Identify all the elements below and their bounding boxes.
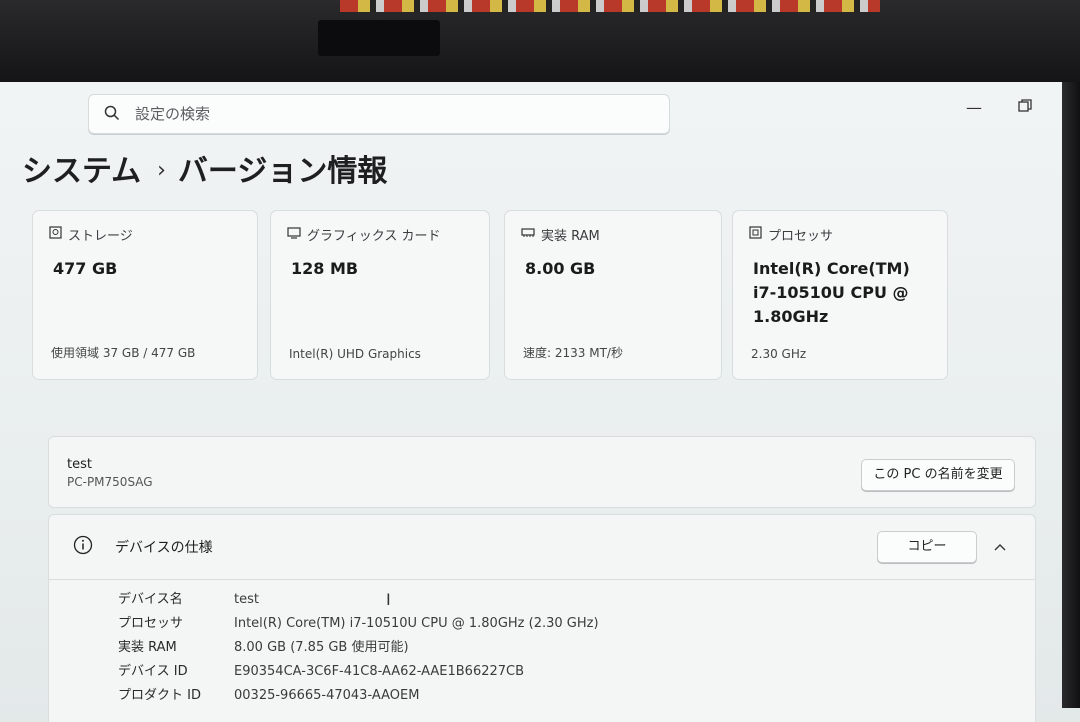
storage-icon: [49, 226, 62, 243]
spec-key: 実装 RAM: [118, 640, 177, 655]
maximize-icon[interactable]: [1018, 98, 1032, 117]
page-title: バージョン情報: [177, 154, 388, 189]
minimize-icon[interactable]: —: [966, 98, 982, 117]
spec-value: 8.00 GB (7.85 GB 使用可能): [234, 640, 409, 655]
graphics-card[interactable]: グラフィックス カード 128 MB Intel(R) UHD Graphics: [270, 210, 490, 380]
spec-row: デバイス ID E90354CA-3C6F-41C8-AA62-AAE1B6622…: [118, 660, 524, 679]
search-box[interactable]: 設定の検索: [88, 94, 670, 134]
processor-title: プロセッサ: [768, 229, 834, 244]
spec-value: 00325-96665-47043-AAOEM: [234, 688, 420, 703]
webcam: [318, 20, 440, 56]
processor-value-line: 1.80GHz: [753, 307, 829, 326]
device-model: PC-PM750SAG: [67, 475, 153, 489]
chevron-up-icon[interactable]: [993, 537, 1007, 556]
spec-value: E90354CA-3C6F-41C8-AA62-AAE1B66227CB: [234, 664, 525, 679]
graphics-value: 128 MB: [291, 259, 359, 278]
spec-row: プロダクト ID 00325-96665-47043-AAOEM: [118, 684, 419, 703]
graphics-title: グラフィックス カード: [307, 229, 441, 244]
info-icon: [73, 535, 93, 559]
graphics-card-icon: [287, 226, 301, 243]
device-specs-header[interactable]: デバイスの仕様 コピー: [49, 515, 1035, 580]
monitor-bezel-top: [0, 0, 1080, 84]
storage-value: 477 GB: [53, 259, 118, 278]
spec-value: test: [234, 592, 259, 607]
background-poster: [340, 0, 880, 12]
breadcrumb-parent[interactable]: システム: [22, 154, 141, 189]
search-icon: [103, 104, 121, 126]
processor-card[interactable]: プロセッサ Intel(R) Core(TM) i7-10510U CPU @ …: [732, 210, 948, 380]
processor-value-line: Intel(R) Core(TM): [753, 259, 910, 278]
breadcrumb: システム › バージョン情報: [22, 146, 387, 190]
spec-key: デバイス ID: [118, 664, 188, 679]
spec-key: プロダクト ID: [118, 688, 201, 703]
text-cursor-icon: I: [386, 590, 391, 609]
device-name-panel: test PC-PM750SAG この PC の名前を変更: [48, 436, 1036, 508]
spec-row: デバイス名 test: [118, 588, 259, 607]
ram-card[interactable]: 実装 RAM 8.00 GB 速度: 2133 MT/秒: [504, 210, 722, 380]
spec-key: プロセッサ: [118, 616, 184, 631]
processor-value-line: i7-10510U CPU @: [753, 283, 909, 302]
device-specs-title: デバイスの仕様: [115, 540, 213, 556]
rename-pc-button[interactable]: この PC の名前を変更: [861, 459, 1015, 491]
storage-card[interactable]: ストレージ 477 GB 使用領域 37 GB / 477 GB: [32, 210, 258, 380]
ram-title: 実装 RAM: [541, 229, 600, 244]
settings-window: 設定の検索 — ✕ システム›バージョン情報 ストレージ 477 GB 使用領域…: [0, 82, 1080, 722]
spec-value: Intel(R) Core(TM) i7-10510U CPU @ 1.80GH…: [234, 616, 599, 631]
chevron-right-icon: ›: [157, 158, 166, 183]
device-name: test: [67, 457, 92, 472]
spec-key: デバイス名: [118, 592, 183, 607]
storage-title: ストレージ: [68, 229, 133, 244]
spec-row: 実装 RAM 8.00 GB (7.85 GB 使用可能): [118, 636, 409, 655]
processor-detail: 2.30 GHz: [751, 347, 807, 361]
processor-icon: [749, 226, 762, 243]
copy-button[interactable]: コピー: [877, 531, 977, 563]
search-placeholder: 設定の検索: [135, 105, 211, 123]
graphics-detail: Intel(R) UHD Graphics: [289, 347, 421, 361]
ram-detail: 速度: 2133 MT/秒: [523, 346, 623, 360]
processor-value: Intel(R) Core(TM) i7-10510U CPU @ 1.80GH…: [753, 257, 910, 329]
storage-detail: 使用領域 37 GB / 477 GB: [51, 346, 196, 360]
monitor-bezel-right: [1062, 82, 1080, 708]
ram-icon: [521, 227, 535, 242]
spec-row: プロセッサ Intel(R) Core(TM) i7-10510U CPU @ 1…: [118, 612, 599, 631]
ram-value: 8.00 GB: [525, 259, 596, 278]
